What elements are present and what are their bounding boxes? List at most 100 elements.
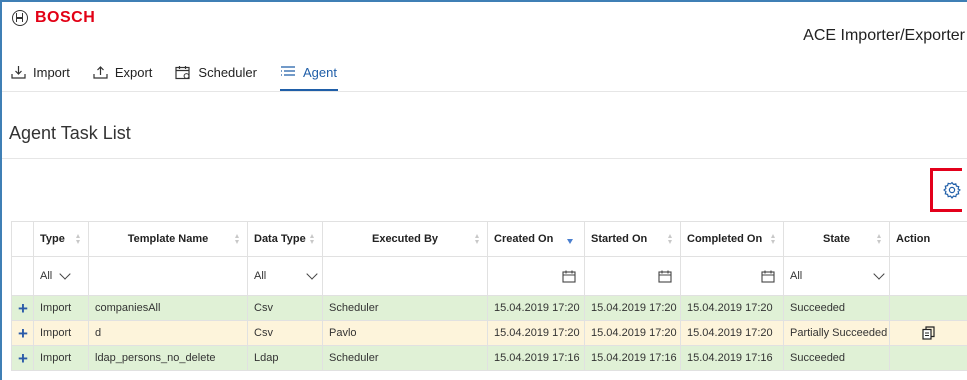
executed-by-filter[interactable] bbox=[322, 256, 488, 296]
cell-started-on: 15.04.2019 17:20 bbox=[584, 320, 681, 346]
column-header-executed-by[interactable]: Executed By bbox=[322, 221, 488, 257]
expand-row-button[interactable]: + bbox=[11, 295, 34, 321]
sort-icon[interactable] bbox=[475, 234, 480, 244]
cell-executed-by: Pavlo bbox=[322, 320, 488, 346]
column-label-state: State bbox=[823, 233, 850, 245]
data-type-filter-value: All bbox=[254, 270, 267, 282]
cell-executed-by: Scheduler bbox=[322, 295, 488, 321]
page-title: Agent Task List bbox=[9, 123, 131, 143]
import-icon bbox=[11, 66, 26, 79]
calendar-icon[interactable] bbox=[562, 270, 576, 283]
template-name-filter[interactable] bbox=[88, 256, 248, 296]
chevron-down-icon bbox=[59, 268, 71, 280]
cell-completed-on: 15.04.2019 17:20 bbox=[680, 295, 784, 321]
title-divider bbox=[2, 158, 967, 159]
brand: BOSCH bbox=[12, 9, 95, 27]
cell-created-on: 15.04.2019 17:20 bbox=[487, 295, 585, 321]
chevron-down-icon bbox=[306, 268, 318, 280]
cell-data-type: Csv bbox=[247, 320, 323, 346]
cell-created-on: 15.04.2019 17:16 bbox=[487, 345, 585, 371]
type-filter-value: All bbox=[40, 270, 53, 282]
main-tabs: Import Export Scheduler Agent bbox=[11, 57, 361, 91]
data-type-filter[interactable]: All bbox=[247, 256, 323, 296]
agent-task-table: Type Template Name Data Type Executed By… bbox=[11, 221, 967, 371]
expand-header bbox=[11, 221, 34, 257]
tab-scheduler[interactable]: Scheduler bbox=[175, 57, 257, 91]
column-header-started-on[interactable]: Started On bbox=[584, 221, 681, 257]
cell-type: Import bbox=[33, 295, 89, 321]
calendar-icon bbox=[175, 66, 191, 80]
sort-icon[interactable] bbox=[668, 234, 673, 244]
window-left-border bbox=[0, 0, 2, 380]
window-top-border bbox=[0, 0, 967, 2]
tab-export[interactable]: Export bbox=[93, 57, 153, 91]
state-filter[interactable]: All bbox=[783, 256, 890, 296]
column-label-type: Type bbox=[40, 233, 65, 245]
tab-scheduler-label: Scheduler bbox=[198, 65, 257, 80]
cell-action bbox=[889, 345, 967, 371]
export-icon bbox=[93, 66, 108, 79]
cell-data-type: Ldap bbox=[247, 345, 323, 371]
cell-completed-on: 15.04.2019 17:20 bbox=[680, 320, 784, 346]
type-filter[interactable]: All bbox=[33, 256, 89, 296]
sort-icon[interactable] bbox=[771, 234, 776, 244]
column-label-executed-by: Executed By bbox=[371, 233, 439, 245]
tab-import[interactable]: Import bbox=[11, 57, 70, 91]
calendar-icon[interactable] bbox=[761, 270, 775, 283]
completed-on-filter[interactable] bbox=[680, 256, 784, 296]
cell-action bbox=[889, 295, 967, 321]
cell-template-name: ldap_persons_no_delete bbox=[88, 345, 248, 371]
column-label-action: Action bbox=[896, 233, 931, 245]
cell-created-on: 15.04.2019 17:20 bbox=[487, 320, 585, 346]
sort-icon[interactable] bbox=[235, 234, 240, 244]
column-label-data-type: Data Type bbox=[254, 233, 306, 245]
sort-icon[interactable] bbox=[310, 234, 315, 244]
brand-name: BOSCH bbox=[35, 9, 96, 26]
bosch-logo-icon bbox=[12, 10, 28, 26]
copy-icon[interactable] bbox=[922, 326, 935, 340]
sort-icon[interactable] bbox=[877, 234, 882, 244]
cell-type: Import bbox=[33, 345, 89, 371]
calendar-icon[interactable] bbox=[658, 270, 672, 283]
app-title: ACE Importer/Exporter bbox=[803, 27, 965, 44]
cell-action bbox=[889, 320, 967, 346]
column-header-template-name[interactable]: Template Name bbox=[88, 221, 248, 257]
column-header-created-on[interactable]: Created On bbox=[487, 221, 585, 257]
list-icon bbox=[280, 66, 295, 76]
tab-export-label: Export bbox=[114, 65, 153, 80]
sort-desc-icon[interactable] bbox=[567, 239, 573, 244]
column-header-type[interactable]: Type bbox=[33, 221, 89, 257]
tab-agent-label: Agent bbox=[302, 65, 337, 80]
cell-executed-by: Scheduler bbox=[322, 345, 488, 371]
column-header-completed-on[interactable]: Completed On bbox=[680, 221, 784, 257]
started-on-filter[interactable] bbox=[584, 256, 681, 296]
cell-state: Succeeded bbox=[783, 345, 890, 371]
cell-started-on: 15.04.2019 17:16 bbox=[584, 345, 681, 371]
table-row[interactable]: + Import d Csv Pavlo 15.04.2019 17:20 15… bbox=[11, 320, 967, 346]
cell-template-name: d bbox=[88, 320, 248, 346]
column-label-started-on: Started On bbox=[591, 233, 648, 245]
plus-icon: + bbox=[18, 298, 28, 318]
cell-template-name: companiesAll bbox=[88, 295, 248, 321]
state-filter-value: All bbox=[790, 270, 803, 282]
tab-agent[interactable]: Agent bbox=[279, 57, 338, 91]
column-header-data-type[interactable]: Data Type bbox=[247, 221, 323, 257]
column-label-template-name: Template Name bbox=[127, 233, 209, 245]
cell-completed-on: 15.04.2019 17:16 bbox=[680, 345, 784, 371]
sort-icon[interactable] bbox=[76, 234, 81, 244]
created-on-filter[interactable] bbox=[487, 256, 585, 296]
column-label-created-on: Created On bbox=[494, 233, 554, 245]
table-row[interactable]: + Import ldap_persons_no_delete Ldap Sch… bbox=[11, 345, 967, 371]
table-row[interactable]: + Import companiesAll Csv Scheduler 15.0… bbox=[11, 295, 967, 321]
chevron-down-icon bbox=[873, 268, 885, 280]
tab-import-label: Import bbox=[33, 65, 70, 80]
tabs-divider bbox=[2, 91, 967, 92]
expand-row-button[interactable]: + bbox=[11, 320, 34, 346]
filter-row: All All All bbox=[11, 256, 967, 296]
cell-state: Partially Succeeded bbox=[783, 320, 890, 346]
header-row: Type Template Name Data Type Executed By… bbox=[11, 221, 967, 257]
column-header-state[interactable]: State bbox=[783, 221, 890, 257]
gear-icon[interactable] bbox=[943, 181, 961, 199]
expand-row-button[interactable]: + bbox=[11, 345, 34, 371]
plus-icon: + bbox=[18, 323, 28, 343]
